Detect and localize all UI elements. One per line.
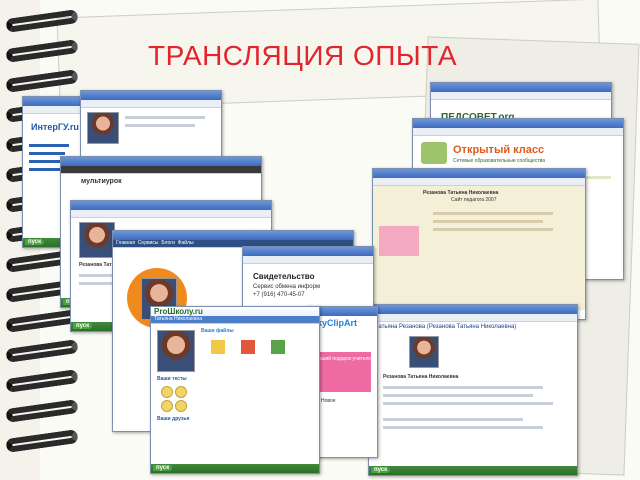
nav-item[interactable]: Файлы [178,240,194,246]
text-line [383,402,553,405]
window-content: Ваши файлы Ваши тесты Ваши друзья [151,324,319,464]
open-class-subtitle: Сетевые образовательные сообщества [453,158,545,164]
address-bar[interactable] [243,256,373,264]
skyclip-title: Новое [321,398,336,404]
file-icon[interactable] [211,340,225,354]
ring [5,39,79,63]
nav-item[interactable]: Блоги [161,240,175,246]
address-bar[interactable] [431,92,611,100]
window-titlebar [81,91,221,100]
text-line [383,418,523,421]
address-bar[interactable] [373,178,585,186]
address-bar[interactable] [369,314,577,322]
profile-photo [87,112,119,144]
start-button[interactable]: пуск [153,465,173,471]
text-line [433,220,543,223]
tests-heading: Ваши тесты [157,376,187,382]
taskbar: пуск [369,466,577,475]
address-bar[interactable] [71,210,271,218]
nav-item[interactable]: Сервисы [138,240,159,246]
text-line [433,212,553,215]
ring [5,69,79,93]
ring [5,369,79,393]
start-button[interactable]: пуск [73,323,93,329]
window-titlebar: ProШколу.ru [151,307,319,316]
text-line [125,116,205,119]
address-bar[interactable] [81,100,221,108]
ring [5,309,79,333]
profile-photo [157,330,195,372]
text-line [125,124,195,127]
portfolio-title: Татьяна Резанова (Резанова Татьяна Никол… [375,324,517,330]
open-class-emblem [421,142,447,164]
window-titlebar [369,305,577,314]
profile-photo [79,222,115,258]
window-titlebar [413,119,623,128]
window-titlebar [243,247,373,256]
slide-title: ТРАНСЛЯЦИЯ ОПЫТА [148,40,458,71]
ring [5,339,79,363]
multiurok-logo[interactable]: мультиурок [81,178,122,185]
text-line [383,426,543,429]
smiley-icon [161,400,173,412]
certificate-sub: Сервис обмена информ [253,284,321,290]
text-line [433,228,553,231]
start-button[interactable]: пуск [371,467,391,473]
smiley-icon [161,386,173,398]
menu-line [29,152,65,155]
text-line [383,386,543,389]
file-icon[interactable] [271,340,285,354]
menu-line [29,144,69,147]
portfolio-window[interactable]: Татьяна Резанова (Резанова Татьяна Никол… [368,304,578,476]
smiley-icon [175,400,187,412]
ring [5,9,79,33]
portfolio-name: Резанова Татьяна Николаевна [383,374,459,380]
proshkolu-logo[interactable]: ProШколу.ru [154,307,203,316]
window-content: Резанова Татьяна Николаевна Сайт педагог… [373,186,585,310]
start-button[interactable]: пуск [25,239,45,245]
text-line [383,394,533,397]
ring [5,429,79,453]
window-titlebar [71,201,271,210]
window-content: Татьяна Резанова (Резанова Татьяна Никол… [369,322,577,466]
window-titlebar [61,157,261,166]
window-titlebar [113,231,353,240]
file-icon[interactable] [241,340,255,354]
ring [5,399,79,423]
smiley-icon [175,386,187,398]
taskbar: пуск [151,464,319,473]
proshkolu-window[interactable]: ProШколу.ru Татьяна Николаевна Ваши файл… [150,306,320,474]
friends-heading: Ваши друзья [157,416,190,422]
nav-item[interactable]: Главная [116,240,135,246]
banner-text: Лучший подарок учителю! [313,356,374,362]
site-subtitle: Сайт педагога 2007 [451,197,497,203]
rezanova-site-window[interactable]: Резанова Татьяна Николаевна Сайт педагог… [372,168,586,320]
window-titlebar [431,83,611,92]
window-titlebar [373,169,585,178]
intergu-logo[interactable]: ИнтерГУ.ru [31,122,79,132]
site-title: Резанова Татьяна Николаевна [423,190,499,196]
address-bar[interactable] [413,128,623,136]
open-class-logo[interactable]: Открытый класс [453,144,544,156]
skyclip-banner[interactable]: Лучший подарок учителю! [311,352,374,392]
flowers-image [379,226,419,256]
portrait-photo [409,336,439,368]
address-bar[interactable] [61,166,261,174]
files-heading: Ваши файлы [201,328,234,334]
certificate-heading: Свидетельство [253,272,315,281]
certificate-phone: +7 (916) 470-45-07 [253,292,305,298]
proshkolu-heading: Татьяна Николаевна [151,316,319,324]
